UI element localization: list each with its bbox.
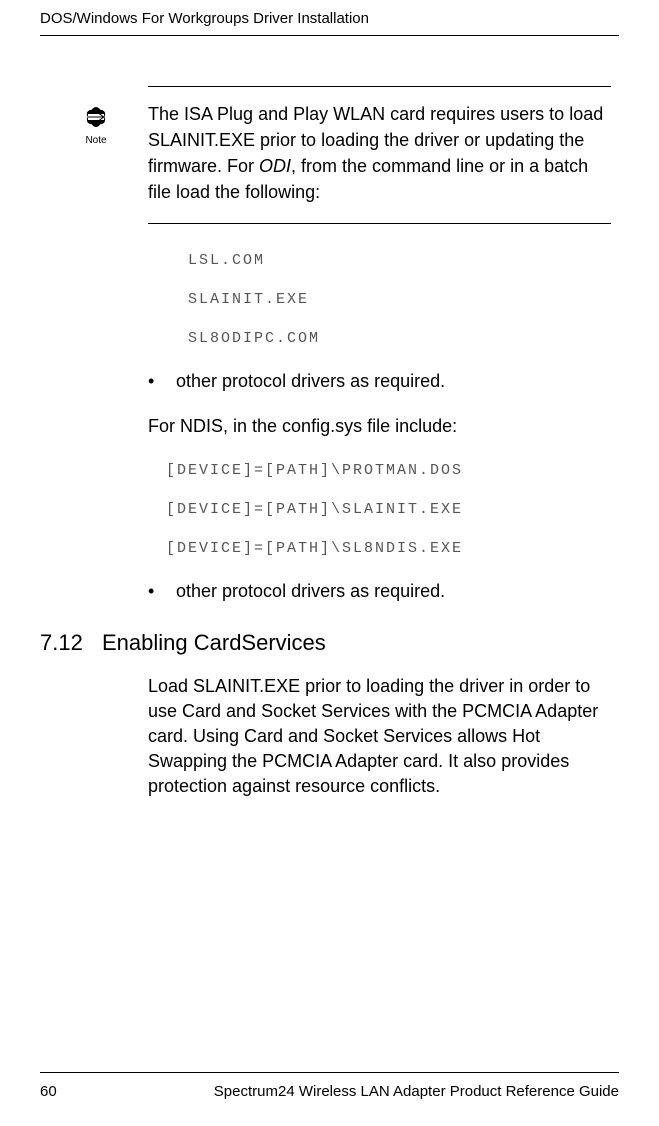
note-icon-label: Note	[70, 135, 122, 146]
code-line: SL8ODIPC.COM	[188, 330, 611, 347]
section-body: Load SLAINIT.EXE prior to loading the dr…	[148, 674, 611, 800]
bullet-text: other protocol drivers as required.	[176, 581, 445, 602]
code-line: SLAINIT.EXE	[188, 291, 611, 308]
footer-title: Spectrum24 Wireless LAN Adapter Product …	[214, 1083, 619, 1100]
note-block: Note The ISA Plug and Play WLAN card req…	[148, 86, 611, 224]
footer-rule	[40, 1072, 619, 1073]
bullet-item: • other protocol drivers as required.	[148, 581, 611, 602]
code-line: [DEVICE]=[PATH]\SL8NDIS.EXE	[166, 540, 611, 557]
note-icon: Note	[70, 101, 122, 146]
running-header: DOS/Windows For Workgroups Driver Instal…	[40, 0, 619, 35]
section-heading-row: 7.12 Enabling CardServices	[40, 624, 611, 674]
content-area: Note The ISA Plug and Play WLAN card req…	[148, 86, 611, 800]
section-number: 7.12	[40, 630, 102, 656]
page-number: 60	[40, 1083, 57, 1100]
code-line: [DEVICE]=[PATH]\PROTMAN.DOS	[166, 462, 611, 479]
page-footer: 60 Spectrum24 Wireless LAN Adapter Produ…	[40, 1072, 619, 1100]
footer-row: 60 Spectrum24 Wireless LAN Adapter Produ…	[40, 1083, 619, 1100]
note-text: The ISA Plug and Play WLAN card requires…	[148, 101, 611, 205]
bullet-marker: •	[148, 581, 176, 602]
section-title: Enabling CardServices	[102, 630, 326, 656]
code-block-ndis: [DEVICE]=[PATH]\PROTMAN.DOS [DEVICE]=[PA…	[166, 462, 611, 557]
code-line: LSL.COM	[188, 252, 611, 269]
paragraph-ndis: For NDIS, in the config.sys file include…	[148, 414, 611, 439]
code-line: [DEVICE]=[PATH]\SLAINIT.EXE	[166, 501, 611, 518]
note-text-italic: ODI	[259, 156, 291, 176]
bullet-text: other protocol drivers as required.	[176, 371, 445, 392]
page: DOS/Windows For Workgroups Driver Instal…	[0, 0, 659, 1126]
bullet-item: • other protocol drivers as required.	[148, 371, 611, 392]
header-rule	[40, 35, 619, 36]
bullet-marker: •	[148, 371, 176, 392]
code-block-odi: LSL.COM SLAINIT.EXE SL8ODIPC.COM	[188, 252, 611, 347]
asterisk-icon	[76, 101, 116, 133]
